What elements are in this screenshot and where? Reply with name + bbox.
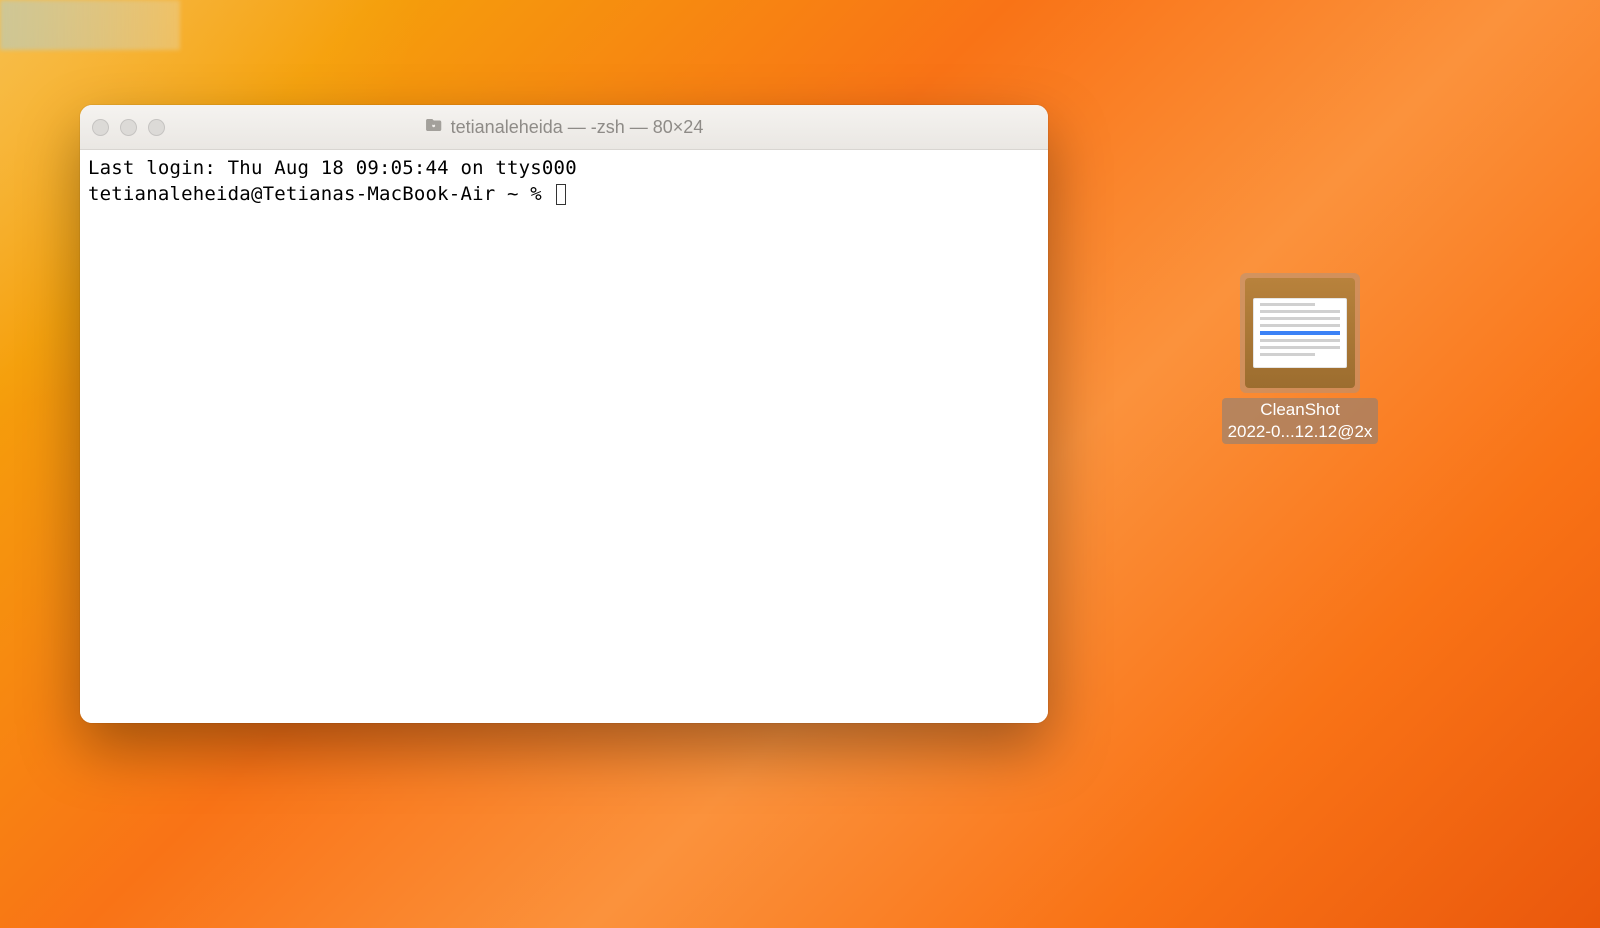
terminal-cursor [556, 184, 566, 205]
file-thumbnail [1245, 278, 1355, 388]
terminal-window[interactable]: tetianaleheida — -zsh — 80×24 Last login… [80, 105, 1048, 723]
window-traffic-lights [92, 119, 165, 136]
terminal-content[interactable]: Last login: Thu Aug 18 09:05:44 on ttys0… [80, 150, 1048, 723]
home-folder-icon [425, 116, 443, 139]
file-name-line2: 2022-0...12.12@2x [1228, 421, 1373, 443]
file-thumbnail-preview [1253, 298, 1347, 368]
shell-prompt: tetianaleheida@Tetianas-MacBook-Air ~ % [88, 183, 554, 205]
file-thumbnail-selection [1240, 273, 1360, 393]
window-title-bar[interactable]: tetianaleheida — -zsh — 80×24 [80, 105, 1048, 150]
window-title-text: tetianaleheida — -zsh — 80×24 [451, 117, 704, 138]
minimize-button[interactable] [120, 119, 137, 136]
close-button[interactable] [92, 119, 109, 136]
desktop-file-icon[interactable]: CleanShot 2022-0...12.12@2x [1200, 273, 1400, 444]
last-login-text: Last login: Thu Aug 18 09:05:44 on ttys0… [88, 157, 577, 179]
file-name-line1: CleanShot [1228, 399, 1373, 421]
window-title: tetianaleheida — -zsh — 80×24 [425, 116, 704, 139]
maximize-button[interactable] [148, 119, 165, 136]
file-label: CleanShot 2022-0...12.12@2x [1222, 398, 1379, 444]
